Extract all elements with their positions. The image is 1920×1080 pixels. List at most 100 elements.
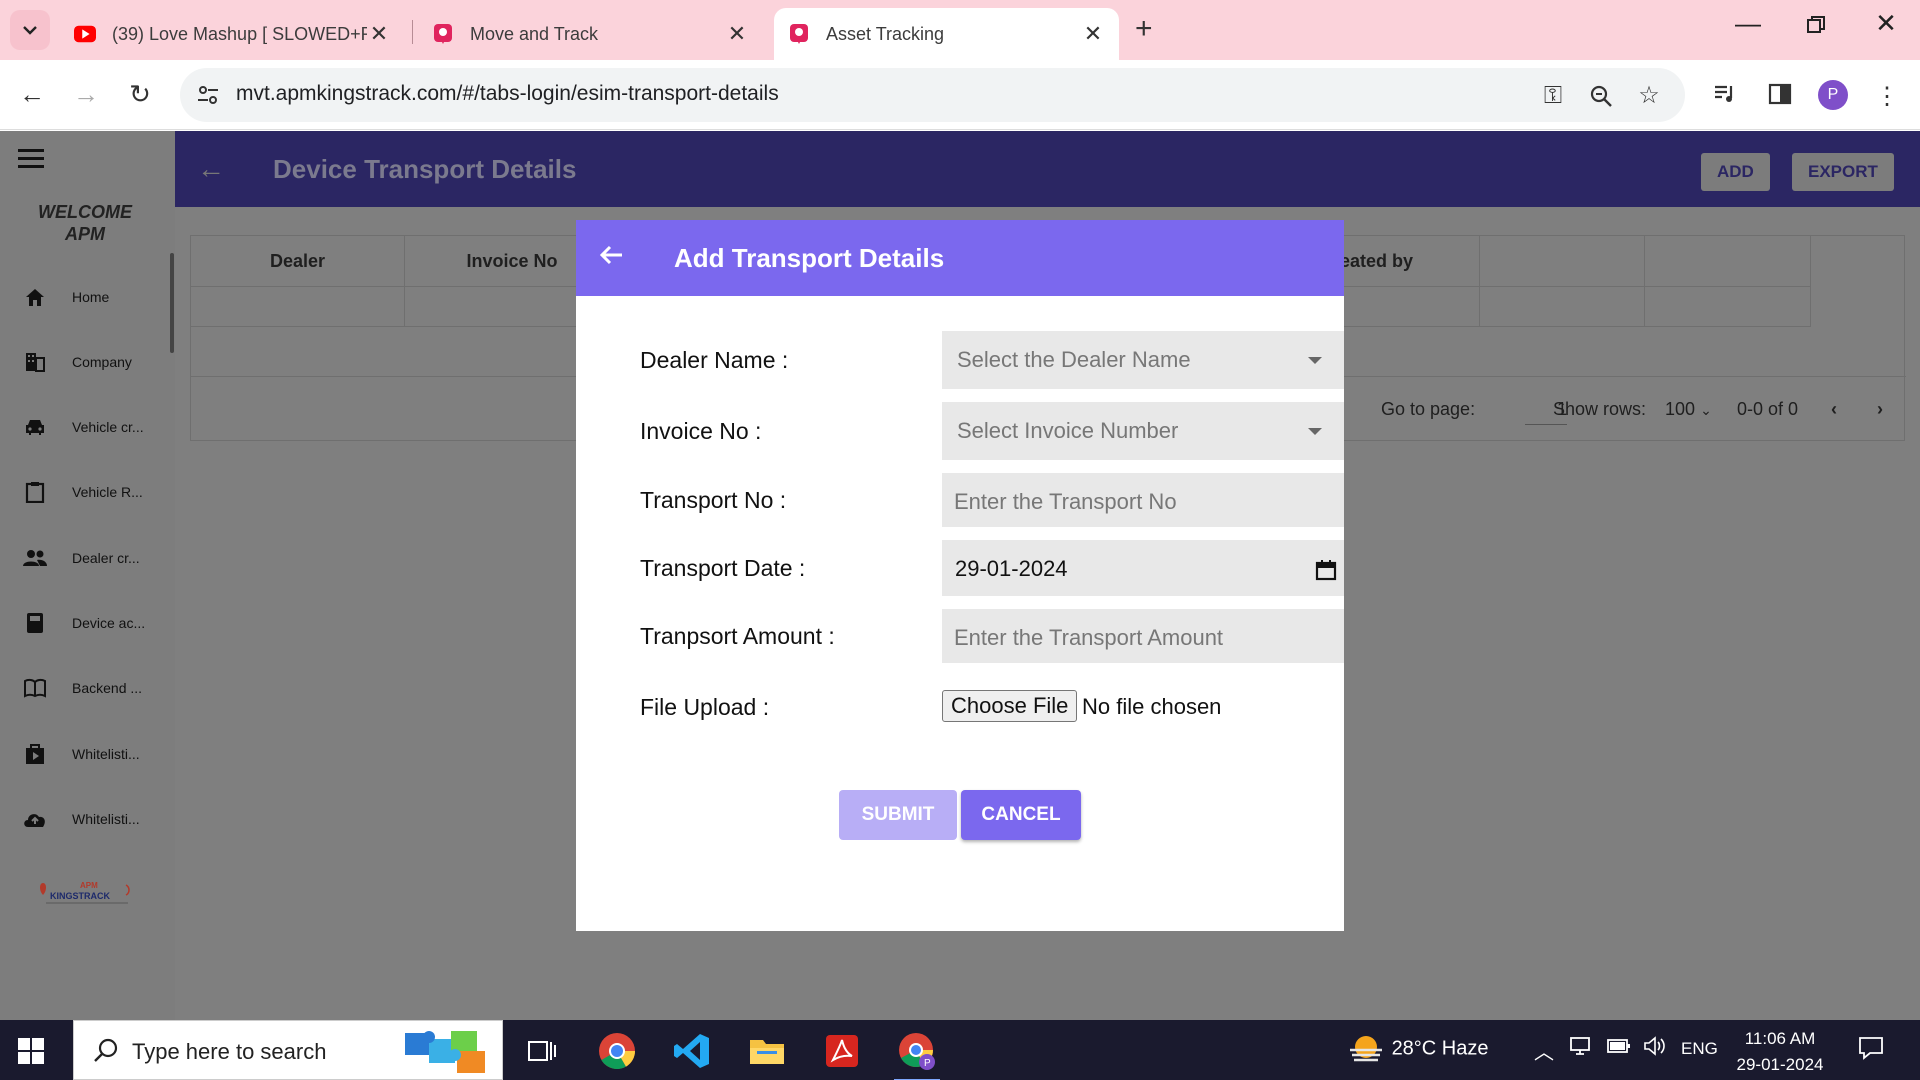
volume-icon[interactable] xyxy=(1643,1036,1667,1062)
tab-youtube[interactable]: (39) Love Mashup [ SLOWED+R ✕ xyxy=(60,8,405,60)
battery-icon[interactable] xyxy=(1607,1036,1631,1062)
sidebar-item-whitelisting-2[interactable]: Whitelisti... xyxy=(22,804,172,834)
vscode-icon[interactable] xyxy=(669,1028,715,1074)
windows-start-icon[interactable] xyxy=(18,1038,44,1064)
address-bar[interactable]: mvt.apmkingstrack.com/#/tabs-login/esim-… xyxy=(180,68,1685,122)
restore-icon[interactable] xyxy=(1796,8,1836,41)
building-icon xyxy=(22,349,48,375)
notifications-icon[interactable] xyxy=(1858,1036,1884,1066)
page-title: Device Transport Details xyxy=(273,154,577,184)
file-explorer-icon[interactable] xyxy=(744,1028,790,1074)
dealer-name-row: Dealer Name : Select the Dealer Name xyxy=(640,331,1344,389)
tab-title: Asset Tracking xyxy=(826,23,945,44)
sidebar-item-label: Vehicle cr... xyxy=(72,419,144,435)
transport-amount-placeholder: Enter the Transport Amount xyxy=(954,625,1224,650)
column-header[interactable] xyxy=(1645,236,1811,286)
acrobat-reader-icon[interactable] xyxy=(819,1028,865,1074)
column-header[interactable] xyxy=(1480,236,1645,286)
sidebar-item-vehicle-report[interactable]: Vehicle R... xyxy=(22,477,172,507)
calendar-icon[interactable] xyxy=(1314,558,1338,582)
search-placeholder: Type here to search xyxy=(132,1039,327,1064)
taskbar-search-box[interactable]: Type here to search xyxy=(73,1020,503,1080)
tab-move-and-track[interactable]: Move and Track ✕ xyxy=(418,8,763,60)
minimize-icon[interactable]: — xyxy=(1728,8,1768,39)
sidebar-item-backend[interactable]: Backend ... xyxy=(22,673,172,703)
column-header-created-by[interactable]: eated by xyxy=(1340,236,1480,286)
sidebar-item-home[interactable]: Home xyxy=(22,282,172,312)
transport-date-input[interactable]: 29-01-2024 xyxy=(942,540,1344,596)
youtube-icon xyxy=(74,23,96,45)
dealer-name-select[interactable]: Select the Dealer Name xyxy=(942,331,1344,389)
site-settings-icon[interactable] xyxy=(194,81,222,109)
previous-page-icon[interactable]: ‹ xyxy=(1831,399,1837,420)
new-tab-icon[interactable]: + xyxy=(1135,12,1153,46)
system-clock[interactable]: 11:06 AM 29-01-2024 xyxy=(1720,1026,1840,1078)
dropdown-caret-icon xyxy=(1308,428,1322,435)
media-controls-icon[interactable] xyxy=(1710,82,1740,112)
input-language[interactable]: ENG xyxy=(1681,1039,1718,1059)
profile-avatar[interactable]: P xyxy=(1818,80,1848,110)
export-button[interactable]: EXPORT xyxy=(1792,153,1894,191)
next-page-icon[interactable]: › xyxy=(1877,399,1883,420)
hamburger-menu-icon[interactable] xyxy=(18,149,44,173)
sidebar-item-label: Company xyxy=(72,354,132,370)
show-hidden-icons-chevron[interactable]: ︿ xyxy=(1534,1036,1554,1065)
transport-no-input[interactable]: Enter the Transport No xyxy=(942,473,1344,527)
chrome-icon[interactable] xyxy=(594,1028,640,1074)
sidebar-item-dealer-create[interactable]: Dealer cr... xyxy=(22,543,172,573)
forward-icon[interactable]: → xyxy=(66,74,106,114)
show-rows-label: Show rows: xyxy=(1553,399,1647,419)
browser-toolbar: ← → ↻ mvt.apmkingstrack.com/#/tabs-login… xyxy=(0,60,1920,130)
submit-button[interactable]: SUBMIT xyxy=(839,790,957,840)
password-key-icon[interactable]: ⚿ xyxy=(1538,81,1568,111)
dialog-title: Add Transport Details xyxy=(674,243,945,273)
rows-per-page-value: 100 xyxy=(1665,399,1696,419)
sidebar-item-label: Backend ... xyxy=(72,680,143,696)
tab-asset-tracking[interactable]: Asset Tracking ✕ xyxy=(774,8,1119,60)
side-panel-icon[interactable] xyxy=(1765,82,1795,112)
transport-date-label: Transport Date : xyxy=(640,555,806,581)
chrome-profile-icon[interactable]: P xyxy=(894,1028,940,1080)
cloud-upload-icon xyxy=(22,806,48,832)
back-icon[interactable]: ← xyxy=(12,74,52,114)
tab-search-button[interactable] xyxy=(10,10,50,50)
car-icon xyxy=(22,414,48,440)
invoice-number-select[interactable]: Select Invoice Number xyxy=(942,402,1344,460)
choose-file-button[interactable]: Choose File xyxy=(942,690,1078,722)
close-tab-icon[interactable]: ✕ xyxy=(367,21,391,47)
bookmark-star-icon[interactable]: ☆ xyxy=(1634,81,1664,111)
url-text: mvt.apmkingstrack.com/#/tabs-login/esim-… xyxy=(236,82,779,105)
rows-per-page-select[interactable]: 100 ⌄ xyxy=(1665,399,1712,420)
cancel-button[interactable]: CANCEL xyxy=(961,790,1081,840)
windows-taskbar: Type here to search P 28°C Haze ︿ ENG 11… xyxy=(0,1020,1920,1080)
sidebar-item-vehicle-create[interactable]: Vehicle cr... xyxy=(22,412,172,442)
weather-widget[interactable]: 28°C Haze xyxy=(1346,1032,1489,1066)
clipboard-icon xyxy=(22,479,48,505)
close-window-icon[interactable]: ✕ xyxy=(1866,8,1906,39)
sidebar-item-device-activation[interactable]: Device ac... xyxy=(22,608,172,638)
sidebar-item-label: Whitelisti... xyxy=(72,746,140,762)
puzzle-pieces-icon xyxy=(405,1031,485,1073)
invoice-number-placeholder: Select Invoice Number xyxy=(957,418,1179,443)
dealer-name-label: Dealer Name : xyxy=(640,347,789,373)
sidebar-item-whitelisting-1[interactable]: Whitelisti... xyxy=(22,739,172,769)
kebab-menu-icon[interactable]: ⋮ xyxy=(1872,82,1902,112)
clock-time: 11:06 AM xyxy=(1744,1029,1816,1048)
close-tab-icon[interactable]: ✕ xyxy=(1081,21,1105,47)
task-view-icon[interactable] xyxy=(519,1028,565,1074)
reload-icon[interactable]: ↻ xyxy=(120,74,160,114)
column-header-dealer[interactable]: Dealer xyxy=(191,236,405,286)
add-button[interactable]: ADD xyxy=(1701,153,1770,191)
transport-date-row: Transport Date : 29-01-2024 xyxy=(640,540,1344,598)
close-tab-icon[interactable]: ✕ xyxy=(725,21,749,47)
transport-amount-input[interactable]: Enter the Transport Amount xyxy=(942,609,1344,663)
back-arrow-icon[interactable]: ← xyxy=(197,153,225,185)
sidebar: WELCOME APM Home Company Vehicle cr... V… xyxy=(0,131,175,1020)
sidebar-item-company[interactable]: Company xyxy=(22,347,172,377)
clock-date: 29-01-2024 xyxy=(1736,1055,1824,1074)
invoice-no-label: Invoice No : xyxy=(640,418,762,444)
back-arrow-icon[interactable] xyxy=(596,240,626,270)
zoom-icon[interactable] xyxy=(1586,81,1616,111)
network-icon[interactable] xyxy=(1570,1036,1594,1062)
home-icon xyxy=(22,284,48,310)
